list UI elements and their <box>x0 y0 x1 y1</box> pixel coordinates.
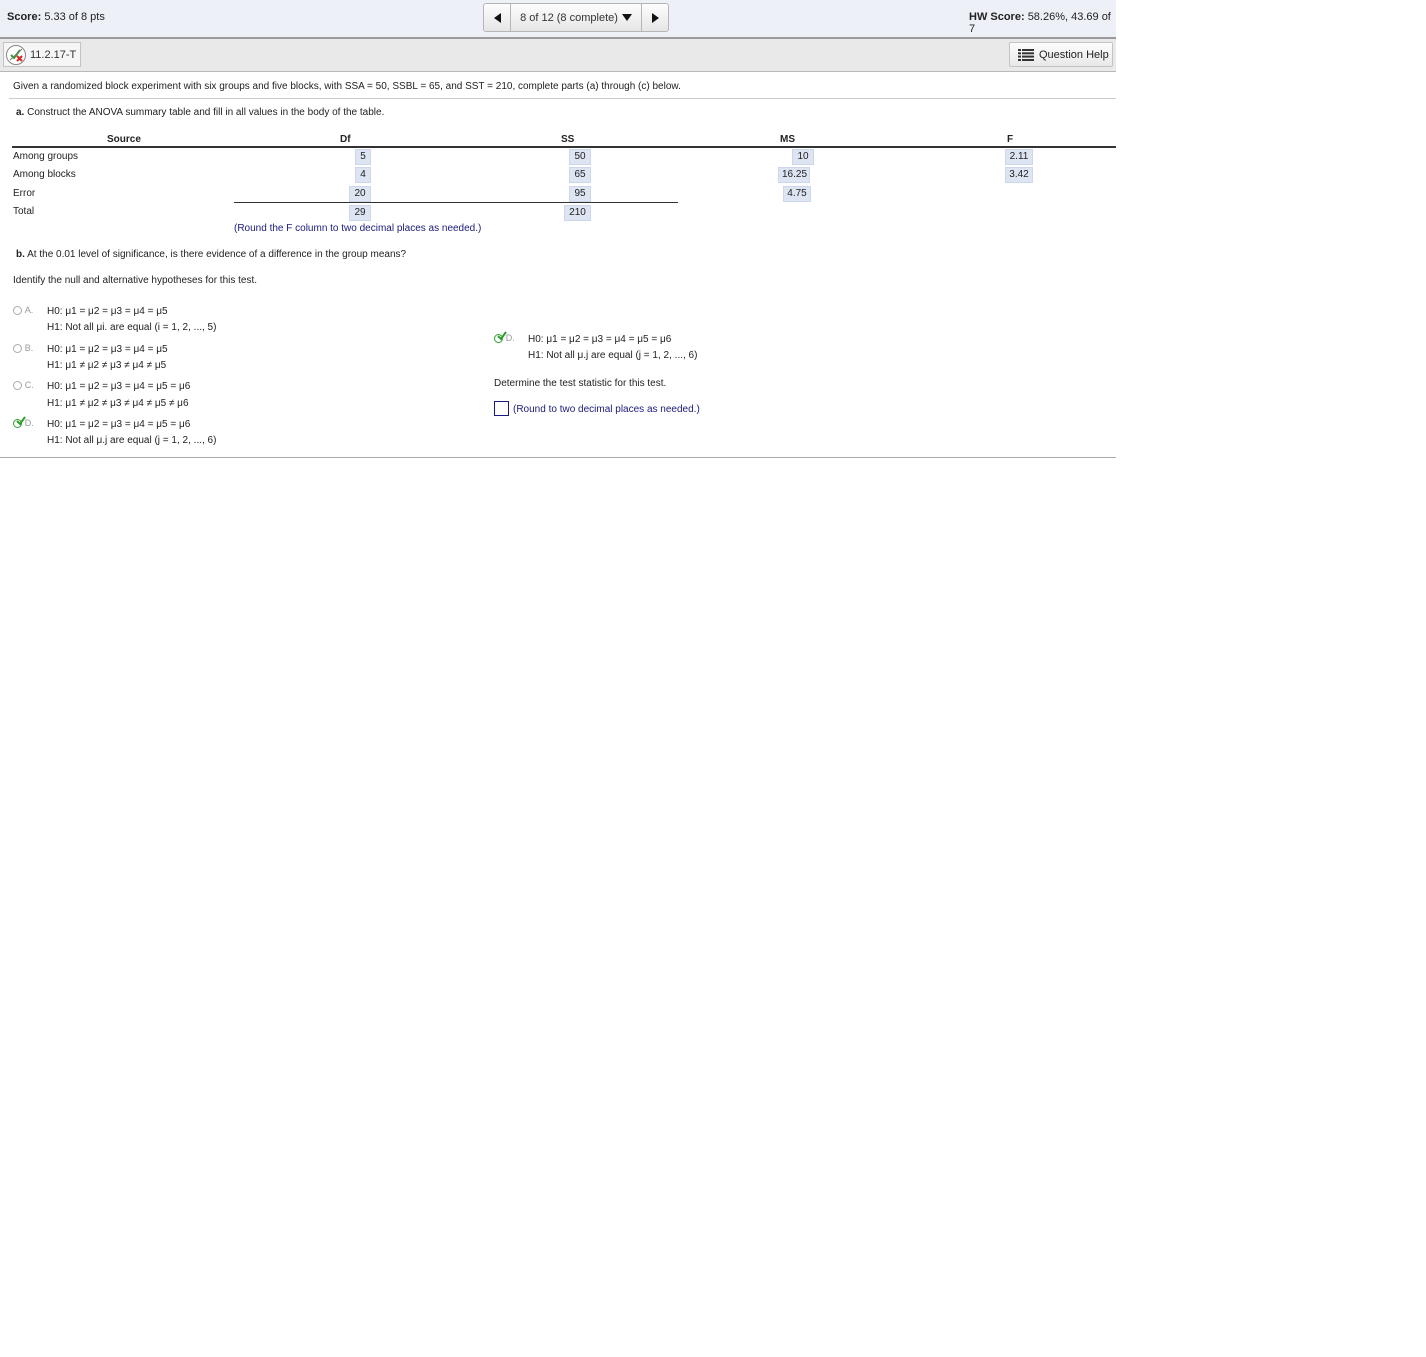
cell-df[interactable]: 20 <box>349 186 371 202</box>
table-header-rule <box>12 146 1116 148</box>
question-navigator: 8 of 12 (8 complete) <box>483 3 669 32</box>
col-header-ms: MS <box>780 134 795 145</box>
row-source: Among groups <box>13 151 79 162</box>
cell-df[interactable]: 5 <box>355 149 371 165</box>
option-a-h0: H0: μ1 = μ2 = μ3 = μ4 = μ5 <box>47 306 168 317</box>
part-a-note: (Round the F column to two decimal place… <box>234 223 482 234</box>
part-b-instruction: Identify the null and alternative hypoth… <box>13 275 258 286</box>
col-header-f: F <box>1007 134 1014 145</box>
cell-ss[interactable]: 210 <box>564 205 591 221</box>
col-header-source: Source <box>107 134 141 145</box>
option-a-h1: H1: Not all μi. are equal (i = 1, 2, ...… <box>47 322 217 333</box>
part-a-label: a. <box>16 107 25 118</box>
total-rule <box>234 202 678 203</box>
question-select-label: 8 of 12 (8 complete) <box>520 11 618 24</box>
option-c-h1: H1: μ1 ≠ μ2 ≠ μ3 ≠ μ4 ≠ μ5 ≠ μ6 <box>47 398 189 409</box>
row-source: Total <box>13 206 35 217</box>
part-a-heading: a. Construct the ANOVA summary table and… <box>16 107 384 118</box>
cell-ms[interactable]: 16.25 <box>778 167 810 183</box>
next-question-button[interactable] <box>642 4 668 31</box>
arrow-left-icon <box>493 12 501 23</box>
score: Score: 5.33 of 8 pts <box>7 11 105 23</box>
cell-f[interactable]: 3.42 <box>1005 167 1033 183</box>
option-letter: B. <box>24 343 34 353</box>
hw-score: HW Score: 58.26%, 43.69 of 7 <box>969 11 1116 35</box>
part-b-text: At the 0.01 level of significance, is th… <box>27 249 407 260</box>
selected-answer-h1: H1: Not all μ.j are equal (j = 1, 2, ...… <box>528 350 698 361</box>
radio-button[interactable] <box>13 305 22 315</box>
radio-button[interactable] <box>13 380 22 390</box>
col-header-df: Df <box>340 134 351 145</box>
option-b-h1: H1: μ1 ≠ μ2 ≠ μ3 ≠ μ4 ≠ μ5 <box>47 360 167 371</box>
top-bar: Score: 5.33 of 8 pts 8 of 12 (8 complete… <box>0 0 1116 39</box>
checkmark-icon <box>497 331 507 341</box>
cell-f[interactable]: 2.11 <box>1005 149 1033 165</box>
score-label: Score: <box>7 11 42 23</box>
question-prompt: Given a randomized block experiment with… <box>13 81 681 92</box>
option-letter: D. <box>505 333 515 343</box>
part-a-text: Construct the ANOVA summary table and fi… <box>27 107 385 118</box>
option-d[interactable]: D. <box>13 416 34 429</box>
test-statistic-prompt: Determine the test statistic for this te… <box>494 378 667 389</box>
option-letter: A. <box>24 305 34 315</box>
score-value: 5.33 of 8 pts <box>44 11 105 23</box>
col-header-ss: SS <box>561 134 575 145</box>
option-letter: D. <box>24 418 34 428</box>
selected-answer-h0: H0: μ1 = μ2 = μ3 = μ4 = μ5 = μ6 <box>528 334 672 345</box>
cell-ss[interactable]: 65 <box>569 167 591 183</box>
dropdown-icon <box>621 14 632 21</box>
option-letter: C. <box>24 380 34 390</box>
question-help-label: Question Help <box>1039 48 1109 61</box>
option-b-h0: H0: μ1 = μ2 = μ3 = μ4 = μ5 <box>47 344 168 355</box>
divider <box>9 98 1116 99</box>
previous-question-button[interactable] <box>484 4 510 31</box>
radio-button[interactable] <box>13 343 22 353</box>
option-d-h0: H0: μ1 = μ2 = μ3 = μ4 = μ5 = μ6 <box>47 419 191 430</box>
cell-ss[interactable]: 50 <box>569 149 591 165</box>
list-icon <box>1018 48 1034 61</box>
cell-df[interactable]: 29 <box>349 205 371 221</box>
question-id-badge: 11.2.17-T <box>3 42 81 67</box>
test-statistic-note: (Round to two decimal places as needed.) <box>513 404 700 415</box>
cell-ss[interactable]: 95 <box>569 186 591 202</box>
bottom-divider <box>0 457 1116 458</box>
part-b-label: b. <box>16 249 25 260</box>
question-help-button[interactable]: Question Help <box>1009 42 1113 67</box>
question-id: 11.2.17-T <box>30 48 77 61</box>
cell-ms[interactable]: 4.75 <box>783 186 811 202</box>
checkmark-icon <box>16 416 26 426</box>
hw-score-label: HW Score: <box>969 11 1025 23</box>
option-c[interactable]: C. <box>13 380 34 391</box>
option-c-h0: H0: μ1 = μ2 = μ3 = μ4 = μ5 = μ6 <box>47 381 191 392</box>
mixed-result-icon <box>6 44 26 65</box>
selected-answer: D. <box>494 331 515 344</box>
question-bar: 11.2.17-T Question Help <box>0 39 1116 72</box>
question-select[interactable]: 8 of 12 (8 complete) <box>510 4 642 31</box>
row-source: Error <box>13 188 36 199</box>
option-b[interactable]: B. <box>13 343 33 354</box>
test-statistic-input[interactable] <box>494 401 509 416</box>
row-source: Among blocks <box>13 169 76 180</box>
cell-df[interactable]: 4 <box>355 167 371 183</box>
part-b-heading: b. At the 0.01 level of significance, is… <box>16 249 406 260</box>
option-a[interactable]: A. <box>13 305 33 316</box>
arrow-right-icon <box>651 12 659 23</box>
cell-ms[interactable]: 10 <box>792 149 814 165</box>
option-d-h1: H1: Not all μ.j are equal (j = 1, 2, ...… <box>47 435 217 446</box>
